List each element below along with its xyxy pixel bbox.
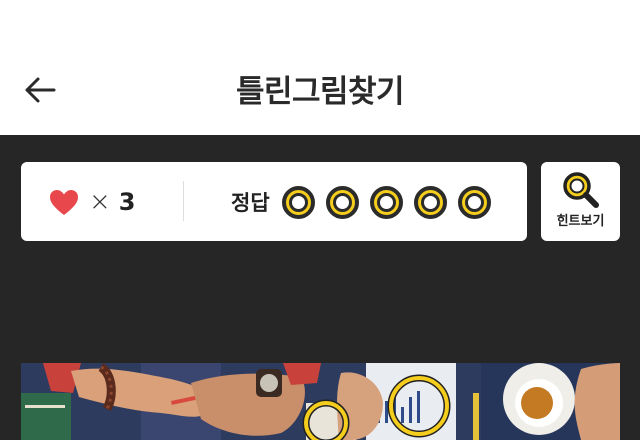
times-symbol: × xyxy=(89,187,111,217)
answer-slot-ring-icon xyxy=(457,185,491,219)
answer-slot-ring-icon xyxy=(369,185,403,219)
hint-label: 힌트보기 xyxy=(556,214,605,229)
puzzle-photo xyxy=(21,363,620,440)
lives-indicator: × 3 xyxy=(49,186,136,218)
divider xyxy=(183,181,184,221)
puzzle-image[interactable] xyxy=(21,363,620,440)
lives-count: 3 xyxy=(118,188,136,216)
magnifier-icon xyxy=(561,170,601,210)
status-card: × 3 정답 xyxy=(21,162,527,241)
answer-slot-ring-icon xyxy=(281,185,315,219)
heart-icon xyxy=(50,189,78,215)
hint-button[interactable]: 힌트보기 xyxy=(541,162,620,241)
app-header: 틀린그림찾기 xyxy=(0,0,640,135)
answer-slot-ring-icon xyxy=(325,185,359,219)
answers-label: 정답 xyxy=(231,191,270,215)
answer-slot-ring-icon xyxy=(413,185,447,219)
answers-indicator: 정답 xyxy=(231,184,502,220)
page-title: 틀린그림찾기 xyxy=(235,74,405,110)
